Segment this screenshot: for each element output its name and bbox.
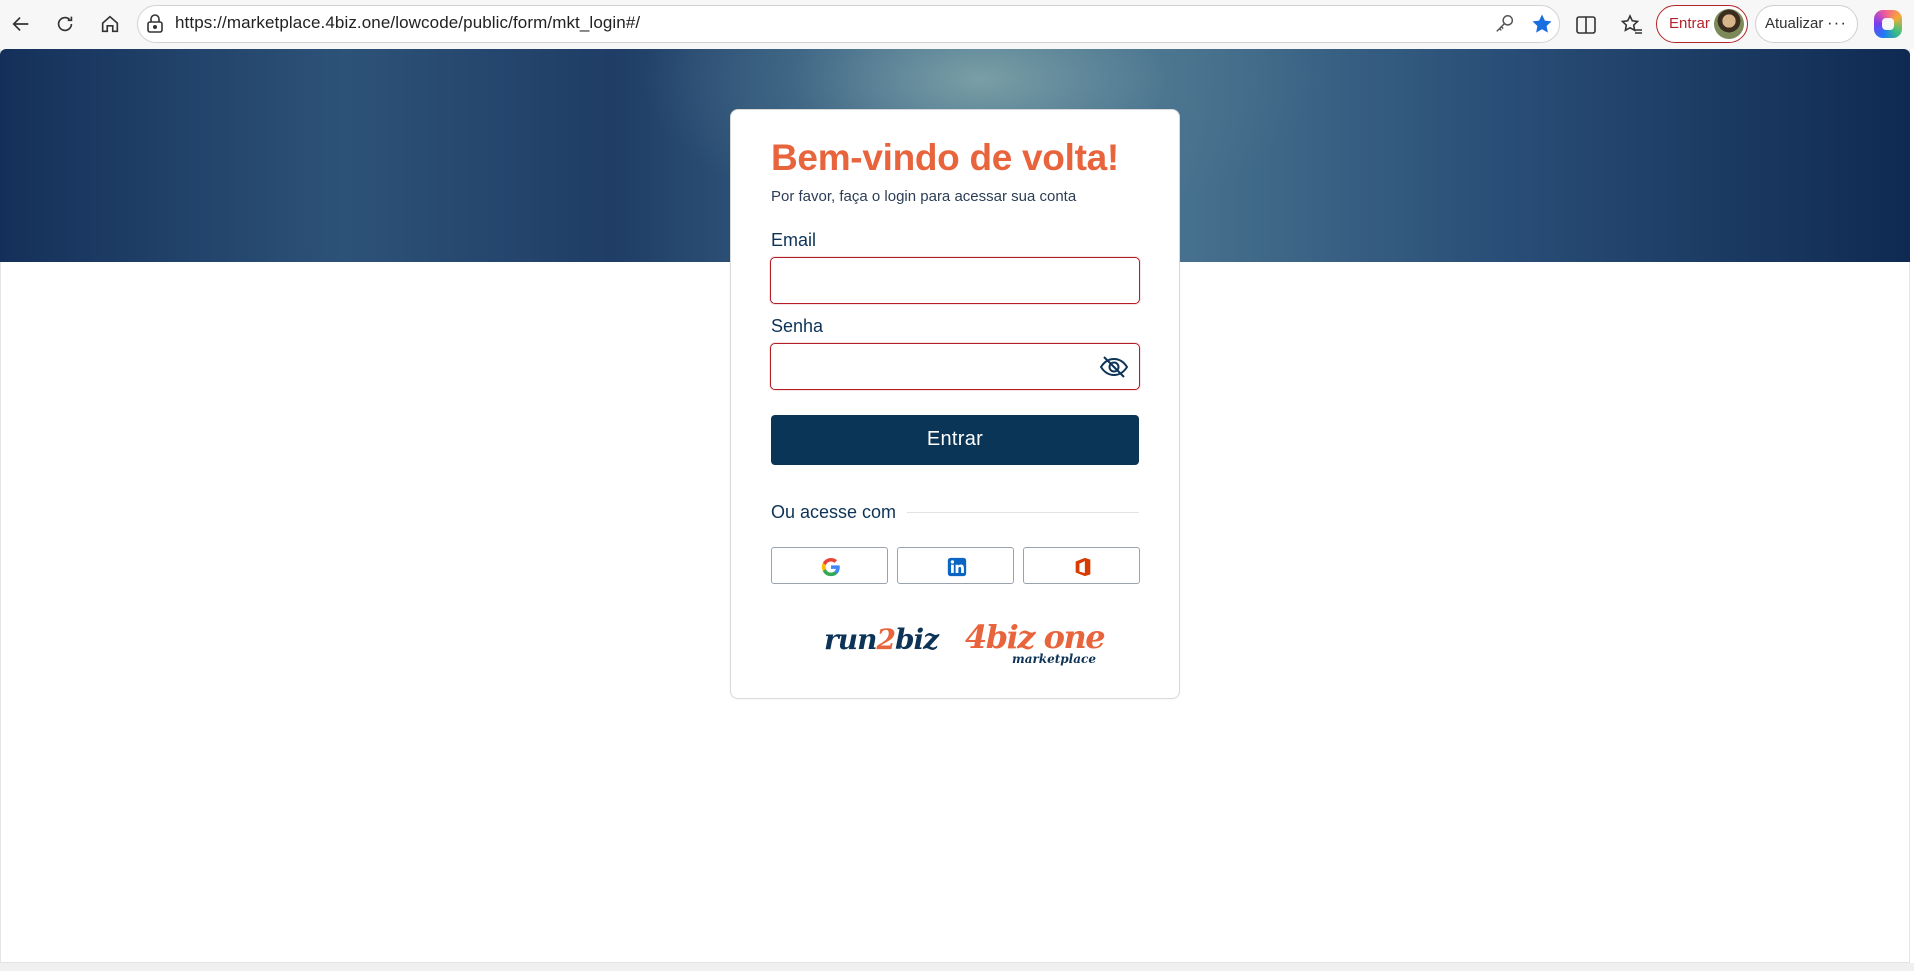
office-icon — [1075, 557, 1091, 577]
google-login-button[interactable] — [771, 547, 888, 584]
refresh-button[interactable] — [49, 8, 81, 40]
email-field[interactable] — [770, 257, 1140, 304]
avatar[interactable] — [1714, 9, 1744, 39]
back-arrow-icon — [12, 16, 29, 32]
favorites-icon[interactable] — [1620, 13, 1644, 37]
linkedin-login-button[interactable] — [897, 547, 1014, 584]
password-field[interactable] — [770, 343, 1140, 390]
or-access-label: Ou acesse com — [771, 502, 897, 522]
divider — [907, 512, 1139, 513]
star-filled-icon[interactable] — [1530, 12, 1554, 36]
email-label: Email — [771, 230, 817, 250]
update-label[interactable]: Atualizar — [1765, 15, 1823, 32]
run2biz-logo: run2biz — [824, 623, 939, 656]
login-button-label[interactable]: Entrar — [771, 428, 1139, 451]
more-icon[interactable]: ··· — [1827, 13, 1847, 33]
back-button[interactable] — [5, 8, 37, 40]
office-login-button[interactable] — [1023, 547, 1140, 584]
page-subtitle: Por favor, faça o login para acessar sua… — [771, 188, 1077, 205]
home-button[interactable] — [94, 8, 126, 40]
key-icon[interactable] — [1494, 13, 1516, 35]
url-text[interactable]: https://marketplace.4biz.one/lowcode/pub… — [175, 13, 640, 33]
window-bottom-edge — [0, 963, 1914, 971]
split-screen-icon[interactable] — [1574, 13, 1598, 37]
google-icon — [821, 557, 840, 577]
4biz-one-logo: 4biz one marketplace — [965, 618, 1106, 666]
lock-icon[interactable] — [146, 14, 164, 34]
eye-off-icon[interactable] — [1099, 354, 1129, 380]
copilot-icon[interactable] — [1874, 10, 1902, 38]
page-title: Bem-vindo de volta! — [771, 137, 1119, 178]
profile-signin-label[interactable]: Entrar — [1669, 15, 1710, 32]
home-icon — [101, 15, 119, 33]
linkedin-icon — [947, 557, 967, 577]
password-label: Senha — [771, 316, 824, 336]
refresh-icon — [57, 16, 73, 32]
